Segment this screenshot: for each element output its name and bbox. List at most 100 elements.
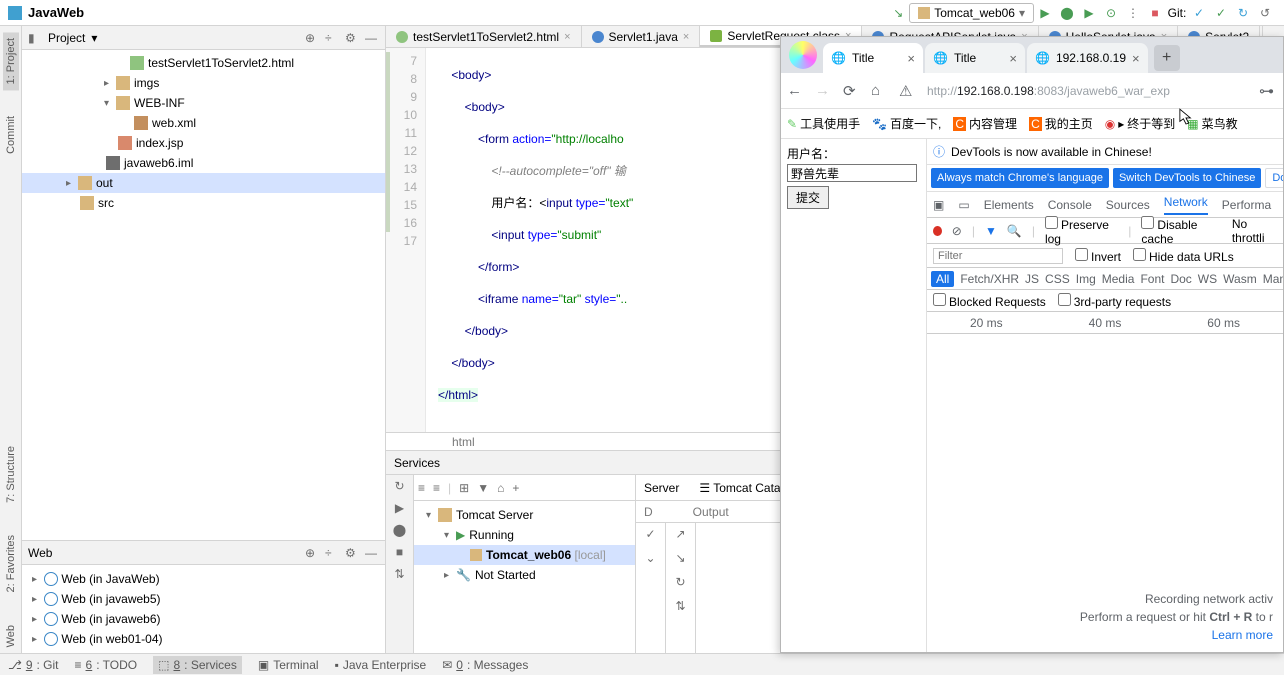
status-terminal[interactable]: ▣ Terminal <box>258 658 319 672</box>
group-icon[interactable]: ⌂ <box>497 481 504 495</box>
bookmark[interactable]: C内容管理 <box>953 115 1017 132</box>
insecure-icon[interactable]: ⚠ <box>899 82 917 100</box>
timeline[interactable]: 20 ms40 ms60 ms <box>927 312 1283 334</box>
bookmark[interactable]: 🐾百度一下, <box>872 115 941 132</box>
search-icon[interactable]: 🔍 <box>1007 224 1022 238</box>
filter-input[interactable] <box>933 248 1063 264</box>
address-bar[interactable]: http://192.168.0.198:8083/javaweb6_war_e… <box>927 84 1249 98</box>
filter-all[interactable]: All <box>931 271 954 287</box>
hide-urls-checkbox[interactable]: Hide data URLs <box>1133 248 1234 264</box>
dt-tab-network[interactable]: Network <box>1164 195 1208 215</box>
status-todo[interactable]: ≡ 6: TODO <box>75 658 138 672</box>
editor-tab[interactable]: testServlet1ToServlet2.html× <box>386 26 582 47</box>
filter-type[interactable]: Font <box>1140 272 1164 286</box>
browser-tab[interactable]: 🌐Title× <box>925 43 1025 73</box>
bookmark[interactable]: ▦菜鸟教 <box>1187 115 1237 132</box>
close-icon[interactable]: × <box>564 31 570 43</box>
filter-type[interactable]: WS <box>1198 272 1217 286</box>
deploy-icon[interactable]: ⇅ <box>394 567 404 581</box>
run-icon[interactable]: ▶ <box>395 501 404 515</box>
web-module[interactable]: ▸ Web (in JavaWeb) <box>22 569 385 589</box>
stop-icon[interactable]: ■ <box>396 545 403 559</box>
svc-node[interactable]: ▾Tomcat Server <box>414 505 635 525</box>
clear-icon[interactable]: ⊘ <box>952 224 962 238</box>
close-icon[interactable]: × <box>907 51 915 66</box>
check-icon[interactable]: ✓ <box>645 527 655 541</box>
filter-type[interactable]: Img <box>1076 272 1096 286</box>
chevron-down-icon[interactable]: ▾ <box>91 31 97 45</box>
status-messages[interactable]: ✉ 0: Messages <box>442 658 528 672</box>
web-module[interactable]: ▸ Web (in javaweb6) <box>22 609 385 629</box>
locate-icon[interactable]: ⊕ <box>305 546 319 560</box>
filter-type[interactable]: CSS <box>1045 272 1070 286</box>
tree-file[interactable]: testServlet1ToServlet2.html <box>22 53 385 73</box>
learn-more-link[interactable]: Learn more <box>1212 628 1273 642</box>
disable-cache-checkbox[interactable]: Disable cache <box>1141 216 1221 246</box>
new-tab-button[interactable]: + <box>1154 45 1180 71</box>
tree-file[interactable]: web.xml <box>22 113 385 133</box>
stop-icon[interactable]: ■ <box>1147 5 1163 21</box>
hide-icon[interactable]: — <box>365 546 379 560</box>
inspect-icon[interactable]: ▣ <box>933 198 944 212</box>
profile-icon[interactable]: ⊙ <box>1103 5 1119 21</box>
back-icon[interactable]: ← <box>787 82 805 99</box>
more-icon[interactable]: ⇅ <box>675 599 685 613</box>
browser-tab[interactable]: 🌐Title× <box>823 43 923 73</box>
status-services[interactable]: ⬚ 8: Services <box>153 656 242 674</box>
thirdparty-checkbox[interactable]: 3rd-party requests <box>1058 293 1171 309</box>
svc-node[interactable]: ▾▶Running <box>414 525 635 545</box>
expand-icon[interactable]: ≡ <box>418 481 425 495</box>
status-javaee[interactable]: ▪ Java Enterprise <box>335 658 427 672</box>
web-module[interactable]: ▸ Web (in web01-04) <box>22 629 385 649</box>
tree-folder[interactable]: ▾WEB-INF <box>22 93 385 113</box>
run-icon[interactable]: ▶ <box>1037 5 1053 21</box>
tool-tab-project[interactable]: 1: Project <box>3 32 19 90</box>
add-icon[interactable]: + <box>512 481 519 495</box>
git-push-icon[interactable]: ↻ <box>1235 5 1251 21</box>
forward-icon[interactable]: → <box>815 82 833 99</box>
git-commit-icon[interactable]: ✓ <box>1213 5 1229 21</box>
chevron-down-icon[interactable]: ⌄ <box>645 551 655 565</box>
tree-folder[interactable]: src <box>22 193 385 213</box>
filter-type[interactable]: Doc <box>1170 272 1191 286</box>
blocked-checkbox[interactable]: Blocked Requests <box>933 293 1046 309</box>
attach-icon[interactable]: ⋮ <box>1125 5 1141 21</box>
collapse-icon[interactable]: ≡ <box>433 481 440 495</box>
filter-icon[interactable]: ▼ <box>985 224 997 238</box>
tool-tab-favorites[interactable]: 2: Favorites <box>3 529 19 598</box>
minus-icon[interactable]: ↘ <box>675 551 685 565</box>
close-icon[interactable]: × <box>1132 51 1140 66</box>
status-git[interactable]: ⎇ 9: Git <box>8 658 59 672</box>
git-history-icon[interactable]: ↺ <box>1257 5 1273 21</box>
submit-button[interactable]: 提交 <box>787 186 829 209</box>
git-update-icon[interactable]: ✓ <box>1191 5 1207 21</box>
grid-icon[interactable]: ⊞ <box>459 481 469 495</box>
preserve-log-checkbox[interactable]: Preserve log <box>1045 216 1118 246</box>
svc-node[interactable]: ▸🔧Not Started <box>414 565 635 585</box>
dt-tab-elements[interactable]: Elements <box>984 198 1034 212</box>
project-panel-label[interactable]: Project <box>48 31 85 45</box>
tree-file[interactable]: index.jsp <box>22 133 385 153</box>
close-icon[interactable]: × <box>1009 51 1017 66</box>
tool-tab-web[interactable]: Web <box>3 619 19 653</box>
filter-type[interactable]: Manife <box>1263 272 1283 286</box>
hide-icon[interactable]: — <box>365 31 379 45</box>
dt-tab-sources[interactable]: Sources <box>1106 198 1150 212</box>
coverage-icon[interactable]: ▶ <box>1081 5 1097 21</box>
gear-icon[interactable]: ⚙ <box>345 31 359 45</box>
throttling[interactable]: No throttli <box>1232 217 1277 245</box>
run-config-combo[interactable]: Tomcat_web06 ▾ <box>909 3 1034 23</box>
filter-type[interactable]: Wasm <box>1223 272 1257 286</box>
dt-tab-performance[interactable]: Performa <box>1222 198 1271 212</box>
record-icon[interactable] <box>933 226 942 236</box>
browser-tab[interactable]: 🌐192.168.0.19× <box>1027 43 1148 73</box>
editor-tab[interactable]: Servlet1.java× <box>582 26 701 47</box>
tool-tab-commit[interactable]: Commit <box>3 110 19 160</box>
device-icon[interactable]: ▭ <box>958 198 969 212</box>
gear-icon[interactable]: ⚙ <box>345 546 359 560</box>
close-icon[interactable]: × <box>683 31 689 43</box>
dt-tab-console[interactable]: Console <box>1048 198 1092 212</box>
collapse-icon[interactable]: ÷ <box>325 31 339 45</box>
add-icon[interactable]: ↗ <box>675 527 685 541</box>
tree-file[interactable]: javaweb6.iml <box>22 153 385 173</box>
